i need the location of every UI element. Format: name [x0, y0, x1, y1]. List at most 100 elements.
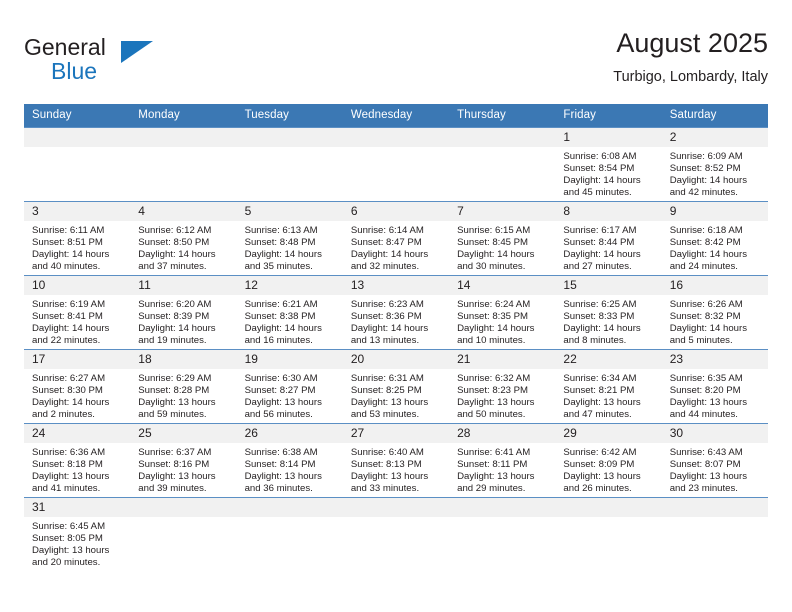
calendar-day-cell[interactable]: 31 Sunrise: 6:45 AM Sunset: 8:05 PM Dayligh…: [24, 497, 131, 572]
day-details: Sunrise: 6:19 AM Sunset: 8:41 PM Daylight:…: [24, 295, 130, 347]
daylight-duration-line1: Daylight: 13 hours: [563, 397, 641, 409]
day-number: 17: [24, 350, 131, 369]
day-number: 28: [449, 424, 556, 443]
calendar-cell-empty: [342, 127, 450, 202]
daylight-duration-line1: Daylight: 14 hours: [350, 249, 429, 261]
day-number: 3: [24, 202, 131, 221]
calendar-day-cell[interactable]: 2 Sunrise: 6:09 AM Sunset: 8:52 PM Daylight…: [661, 127, 768, 202]
sunset-time: Sunset: 8:47 PM: [350, 237, 422, 249]
day-details: Sunrise: 6:26 AM Sunset: 8:32 PM Daylight:…: [662, 295, 768, 347]
brand-name-general: General: [24, 34, 106, 60]
day-number: 10: [24, 276, 131, 295]
sunset-time: Sunset: 8:18 PM: [32, 459, 103, 471]
calendar-day-cell[interactable]: 22 Sunrise: 6:34 AM Sunset: 8:21 PM Dayligh…: [555, 349, 662, 424]
daylight-duration-line2: and 50 minutes.: [457, 409, 526, 421]
calendar-day-cell[interactable]: 13 Sunrise: 6:23 AM Sunset: 8:36 PM Dayligh…: [342, 275, 450, 350]
day-details: Sunrise: 6:24 AM Sunset: 8:35 PM Daylight:…: [449, 295, 555, 347]
day-details: Sunrise: 6:32 AM Sunset: 8:23 PM Daylight:…: [449, 369, 555, 421]
calendar-body: 1 Sunrise: 6:08 AM Sunset: 8:54 PM Daylight…: [24, 127, 768, 572]
title-block: August 2025 Turbigo, Lombardy, Italy: [613, 28, 768, 85]
sunset-time: Sunset: 8:35 PM: [457, 311, 529, 323]
calendar-day-cell[interactable]: 5 Sunrise: 6:13 AM Sunset: 8:48 PM Daylight…: [236, 201, 343, 276]
calendar-day-cell[interactable]: 30 Sunrise: 6:43 AM Sunset: 8:07 PM Dayligh…: [661, 423, 768, 498]
calendar-day-cell[interactable]: 14 Sunrise: 6:24 AM Sunset: 8:35 PM Dayligh…: [449, 275, 556, 350]
weekday-header-sunday: Sunday: [24, 104, 131, 128]
calendar-day-cell[interactable]: 28 Sunrise: 6:41 AM Sunset: 8:11 PM Dayligh…: [449, 423, 556, 498]
sunrise-time: Sunrise: 6:19 AM: [32, 299, 106, 310]
calendar-day-cell[interactable]: 18 Sunrise: 6:29 AM Sunset: 8:28 PM Dayligh…: [130, 349, 237, 424]
location-subtitle: Turbigo, Lombardy, Italy: [613, 69, 768, 86]
calendar-day-cell[interactable]: 16 Sunrise: 6:26 AM Sunset: 8:32 PM Dayligh…: [661, 275, 768, 350]
calendar-day-cell[interactable]: 19 Sunrise: 6:30 AM Sunset: 8:27 PM Dayligh…: [236, 349, 343, 424]
calendar-day-cell[interactable]: 21 Sunrise: 6:32 AM Sunset: 8:23 PM Dayligh…: [449, 349, 556, 424]
sunset-time: Sunset: 8:20 PM: [669, 385, 741, 397]
calendar-day-cell[interactable]: 25 Sunrise: 6:37 AM Sunset: 8:16 PM Dayligh…: [130, 423, 237, 498]
weekday-header-thursday: Thursday: [449, 104, 556, 128]
sunrise-time: Sunrise: 6:41 AM: [457, 447, 531, 458]
weekday-header-tuesday: Tuesday: [236, 104, 343, 128]
daylight-duration-line1: Daylight: 13 hours: [138, 471, 216, 483]
sunrise-time: Sunrise: 6:38 AM: [244, 447, 318, 458]
daylight-duration-line2: and 2 minutes.: [32, 409, 95, 421]
day-number: 16: [661, 276, 768, 295]
day-details: Sunrise: 6:35 AM Sunset: 8:20 PM Daylight:…: [662, 369, 768, 421]
daylight-duration-line2: and 44 minutes.: [669, 409, 738, 421]
day-details: Sunrise: 6:42 AM Sunset: 8:09 PM Daylight:…: [555, 443, 661, 495]
calendar-day-cell[interactable]: 11 Sunrise: 6:20 AM Sunset: 8:39 PM Dayligh…: [130, 275, 237, 350]
calendar-day-cell[interactable]: 6 Sunrise: 6:14 AM Sunset: 8:47 PM Daylight…: [342, 201, 450, 276]
sunset-time: Sunset: 8:13 PM: [350, 459, 422, 471]
daylight-duration-line1: Daylight: 13 hours: [32, 545, 110, 557]
day-number: [236, 128, 343, 147]
sunrise-time: Sunrise: 6:08 AM: [563, 151, 637, 162]
calendar-day-cell[interactable]: 17 Sunrise: 6:27 AM Sunset: 8:30 PM Dayligh…: [24, 349, 131, 424]
calendar-cell-empty: [130, 127, 237, 202]
page-header: General Blue August 2025 Turbigo, Lombar…: [24, 28, 768, 98]
brand-logo[interactable]: General Blue: [24, 28, 204, 86]
sunrise-time: Sunrise: 6:26 AM: [669, 299, 743, 310]
day-details: Sunrise: 6:20 AM Sunset: 8:39 PM Daylight:…: [130, 295, 236, 347]
day-number: 20: [342, 350, 450, 369]
calendar-day-cell[interactable]: 12 Sunrise: 6:21 AM Sunset: 8:38 PM Dayligh…: [236, 275, 343, 350]
day-number: [236, 498, 343, 517]
calendar-day-cell[interactable]: 3 Sunrise: 6:11 AM Sunset: 8:51 PM Daylight…: [24, 201, 131, 276]
calendar-cell-empty: [24, 127, 131, 202]
day-number: 4: [130, 202, 237, 221]
daylight-duration-line1: Daylight: 14 hours: [563, 175, 641, 187]
calendar-day-cell[interactable]: 29 Sunrise: 6:42 AM Sunset: 8:09 PM Dayligh…: [555, 423, 662, 498]
calendar-day-cell[interactable]: 15 Sunrise: 6:25 AM Sunset: 8:33 PM Dayligh…: [555, 275, 662, 350]
sunrise-time: Sunrise: 6:42 AM: [563, 447, 637, 458]
calendar-day-cell[interactable]: 26 Sunrise: 6:38 AM Sunset: 8:14 PM Dayligh…: [236, 423, 343, 498]
calendar-day-cell[interactable]: 9 Sunrise: 6:18 AM Sunset: 8:42 PM Daylight…: [661, 201, 768, 276]
calendar-day-cell[interactable]: 7 Sunrise: 6:15 AM Sunset: 8:45 PM Daylight…: [449, 201, 556, 276]
daylight-duration-line2: and 23 minutes.: [669, 483, 738, 495]
daylight-duration-line2: and 40 minutes.: [32, 261, 101, 273]
daylight-duration-line1: Daylight: 13 hours: [669, 471, 748, 483]
day-number: 12: [236, 276, 343, 295]
sunset-time: Sunset: 8:07 PM: [669, 459, 741, 471]
calendar-cell-empty: [236, 127, 343, 202]
calendar-day-cell[interactable]: 1 Sunrise: 6:08 AM Sunset: 8:54 PM Daylight…: [555, 127, 662, 202]
day-details: Sunrise: 6:14 AM Sunset: 8:47 PM Daylight:…: [343, 221, 449, 273]
calendar-day-cell[interactable]: 4 Sunrise: 6:12 AM Sunset: 8:50 PM Daylight…: [130, 201, 237, 276]
daylight-duration-line1: Daylight: 14 hours: [563, 249, 641, 261]
calendar-cell-empty: [661, 497, 768, 572]
sunset-time: Sunset: 8:28 PM: [138, 385, 210, 397]
sunrise-time: Sunrise: 6:17 AM: [563, 225, 637, 236]
calendar-day-cell[interactable]: 23 Sunrise: 6:35 AM Sunset: 8:20 PM Dayligh…: [661, 349, 768, 424]
day-number: 26: [236, 424, 343, 443]
calendar-day-cell[interactable]: 8 Sunrise: 6:17 AM Sunset: 8:44 PM Daylight…: [555, 201, 662, 276]
sunrise-time: Sunrise: 6:31 AM: [350, 373, 424, 384]
weekday-header-row: Sunday Monday Tuesday Wednesday Thursday Frid…: [24, 104, 768, 128]
day-number: 11: [130, 276, 237, 295]
day-details: Sunrise: 6:30 AM Sunset: 8:27 PM Daylight:…: [237, 369, 343, 421]
calendar-cell-empty: [130, 497, 237, 572]
day-number: 9: [661, 202, 768, 221]
daylight-duration-line2: and 37 minutes.: [138, 261, 207, 273]
calendar-day-cell[interactable]: 10 Sunrise: 6:19 AM Sunset: 8:41 PM Dayligh…: [24, 275, 131, 350]
sunset-time: Sunset: 8:36 PM: [350, 311, 422, 323]
calendar-day-cell[interactable]: 24 Sunrise: 6:36 AM Sunset: 8:18 PM Dayligh…: [24, 423, 131, 498]
calendar-day-cell[interactable]: 20 Sunrise: 6:31 AM Sunset: 8:25 PM Dayligh…: [342, 349, 450, 424]
calendar-week-row: 1 Sunrise: 6:08 AM Sunset: 8:54 PM Daylight…: [24, 127, 768, 202]
calendar-day-cell[interactable]: 27 Sunrise: 6:40 AM Sunset: 8:13 PM Dayligh…: [342, 423, 450, 498]
sunset-time: Sunset: 8:27 PM: [244, 385, 316, 397]
